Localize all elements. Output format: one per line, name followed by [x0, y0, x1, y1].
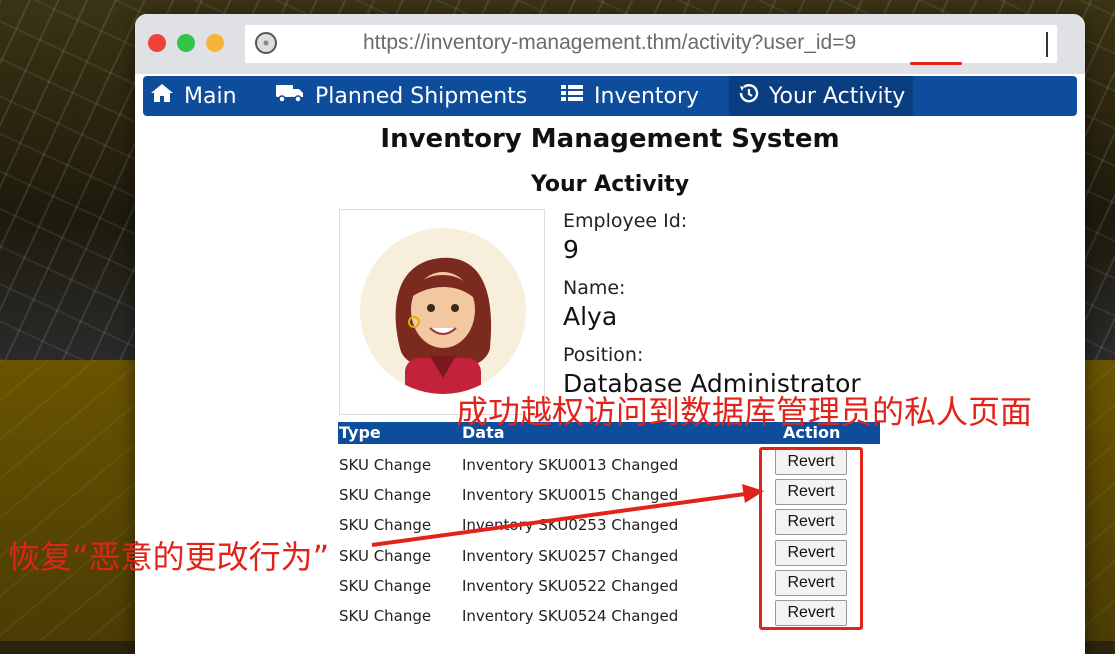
- annotation-top-text: 成功越权访问到数据库管理员的私人页面: [456, 393, 1033, 431]
- annotation-left-text: 恢复“恶意的更改行为”: [8, 538, 330, 576]
